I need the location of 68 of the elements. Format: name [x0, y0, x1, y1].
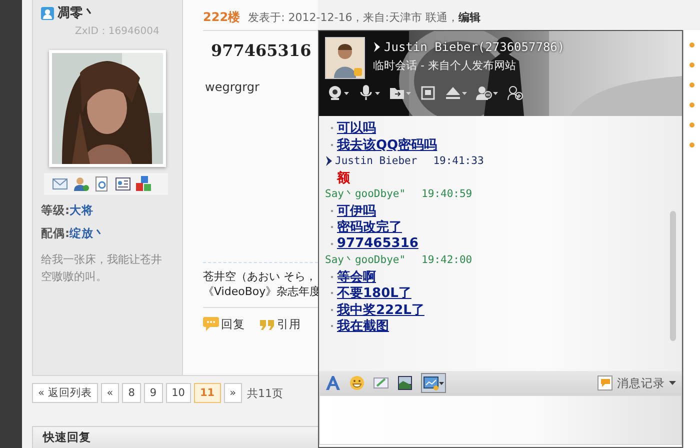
search-icon[interactable] [94, 176, 110, 192]
page-count: 共11页 [247, 386, 284, 400]
bullet-icon [689, 142, 695, 148]
user-id: ZxID：16946004 [75, 25, 160, 38]
history-icon [597, 375, 613, 391]
reply-button[interactable]: 回复 [203, 316, 245, 332]
mail-icon[interactable] [52, 176, 68, 192]
message-time: 19:41:33 [433, 155, 484, 168]
message-history-button[interactable]: 消息记录 [597, 375, 676, 391]
user-icon [41, 6, 54, 20]
blocks-icon[interactable] [136, 176, 152, 192]
message-text: 我在截图 [337, 318, 389, 336]
scrollbar[interactable] [670, 211, 676, 341]
message-input[interactable] [319, 395, 682, 445]
bullet-icon [689, 82, 695, 88]
page-button[interactable]: 10 [166, 383, 191, 403]
edit-link[interactable]: 编辑 [458, 10, 480, 24]
font-button[interactable] [325, 375, 341, 391]
quote-button[interactable]: 引用 [259, 316, 301, 332]
message-time: 19:40:59 [422, 188, 472, 200]
font-icon [325, 375, 341, 391]
quick-reply-title: 快速回复 [43, 430, 91, 445]
spouse-link[interactable]: 绽放丶 [70, 226, 106, 241]
signature-text: 苍井空（あおい そら， [203, 269, 316, 284]
caret-icon [439, 382, 444, 384]
back-to-list-button[interactable]: « 返回列表 [32, 383, 98, 403]
page-button[interactable]: « [100, 383, 120, 403]
speech-bubble-icon [203, 316, 219, 332]
message-text: 等会啊 [337, 268, 376, 286]
post-title: 977465316 [211, 41, 312, 60]
add-friend-icon[interactable] [73, 176, 89, 192]
message-text: 我去该QQ密码吗 [337, 136, 438, 154]
username[interactable]: 凋零丶 [57, 4, 96, 22]
message-text: 可伊吗 [337, 202, 376, 220]
spouse-label: 配偶: [41, 226, 70, 241]
image-icon [397, 375, 413, 391]
bullet-icon [689, 102, 695, 108]
screenshot-icon [423, 375, 439, 391]
image-button[interactable] [397, 375, 413, 391]
sender-name: Say丶gooDbye" [325, 253, 406, 268]
smiley-icon [349, 375, 365, 391]
message-text: 我中奖222L了 [337, 302, 424, 319]
profile-card-icon[interactable] [115, 176, 131, 192]
sender-name: Justin Bieber [335, 155, 418, 168]
message-time: 19:42:00 [422, 254, 472, 266]
message-text: 977465316 [337, 236, 418, 252]
post-meta: 发表于: 2012-12-16，来自:天津市 联通， [248, 10, 458, 24]
user-signature: 给我一张床，我能让苍井空嗷嗷的叫。 [41, 252, 163, 285]
page-button[interactable]: 8 [122, 383, 141, 403]
bullet-icon [689, 42, 695, 48]
status-icon [325, 154, 333, 168]
message-text: 密码改完了 [337, 218, 402, 236]
bullet-icon [689, 62, 695, 68]
pencil-icon [373, 375, 389, 391]
screenshot-button[interactable] [421, 373, 446, 393]
page-button[interactable]: » [224, 383, 242, 403]
message-text: 不要180L了 [337, 285, 412, 302]
sender-name: Say丶gooDbye" [325, 187, 406, 202]
message-text: 额 [337, 170, 350, 187]
bullet-icon [689, 122, 695, 128]
page-button[interactable]: 9 [144, 383, 163, 403]
message-text: 可以吗 [337, 120, 376, 138]
smiley-button[interactable] [349, 375, 365, 391]
caret-icon [669, 381, 676, 385]
rank-link[interactable]: 大将 [70, 203, 94, 218]
post-body: wegrgrgr [205, 80, 260, 94]
rank-label: 等级: [41, 203, 70, 218]
floor-number: 222楼 [203, 8, 240, 26]
